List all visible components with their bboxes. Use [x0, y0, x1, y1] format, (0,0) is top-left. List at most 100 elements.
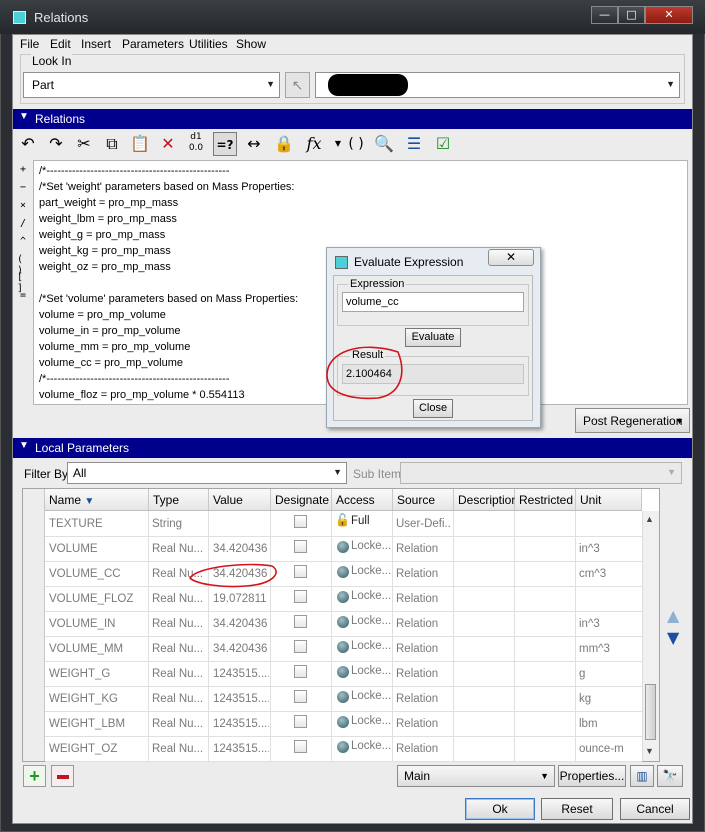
designate-checkbox[interactable]	[294, 640, 307, 653]
close-window-button[interactable]: ✕	[645, 6, 693, 24]
column-value[interactable]: Value	[209, 489, 271, 511]
param-value[interactable]: 1243515....	[213, 718, 269, 730]
param-name[interactable]: WEIGHT_KG	[49, 693, 145, 705]
binoculars-icon[interactable]: 🔭	[657, 765, 683, 787]
param-value[interactable]: 34.420436	[213, 643, 269, 655]
designate-checkbox[interactable]	[294, 540, 307, 553]
designate-checkbox[interactable]	[294, 740, 307, 753]
param-name[interactable]: VOLUME_IN	[49, 618, 145, 630]
delete-icon[interactable]: ✕	[156, 132, 180, 156]
designate-checkbox[interactable]	[294, 615, 307, 628]
param-value[interactable]: 34.420436	[213, 568, 269, 580]
parentheses-icon[interactable]: ( )	[344, 132, 368, 156]
delete-parameter-button[interactable]	[51, 765, 74, 787]
param-access[interactable]: Locke...	[351, 740, 391, 752]
column-description[interactable]: Description	[454, 489, 518, 511]
param-access[interactable]: Locke...	[351, 640, 391, 652]
param-value[interactable]: 1243515....	[213, 668, 269, 680]
designate-checkbox[interactable]	[294, 515, 307, 528]
main-select[interactable]: Main ▼	[397, 765, 555, 787]
filter-by-select[interactable]: All ▼	[67, 462, 347, 484]
multiply-operator[interactable]: ×	[20, 200, 26, 211]
column-name[interactable]: Name ▼	[45, 489, 149, 511]
param-name[interactable]: WEIGHT_LBM	[49, 718, 145, 730]
look-in-type-select[interactable]: Part ▼	[23, 72, 280, 98]
table-columns-icon[interactable]: ▥	[630, 765, 654, 787]
menu-utilities[interactable]: Utilities	[189, 37, 228, 51]
param-access[interactable]: Locke...	[351, 540, 391, 552]
designate-checkbox[interactable]	[294, 690, 307, 703]
param-access[interactable]: Locke...	[351, 665, 391, 677]
redo-icon[interactable]: ↷	[44, 132, 68, 156]
menu-parameters[interactable]: Parameters	[122, 37, 184, 51]
local-parameters-section-header[interactable]: ▼ Local Parameters	[13, 438, 692, 458]
evaluate-dialog-close-button[interactable]: Close	[413, 399, 453, 418]
scroll-down-icon[interactable]: ▼	[645, 746, 654, 756]
select-model-button[interactable]: ↖	[285, 72, 310, 98]
param-access[interactable]: Locke...	[351, 690, 391, 702]
ok-button[interactable]: Ok	[465, 798, 535, 820]
column-access[interactable]: Access	[332, 489, 393, 511]
cancel-button[interactable]: Cancel	[620, 798, 690, 820]
evaluate-button[interactable]: Evaluate	[405, 328, 461, 347]
param-name[interactable]: VOLUME_CC	[49, 568, 145, 580]
maximize-button[interactable]: □	[618, 6, 645, 24]
param-access[interactable]: Full	[351, 515, 391, 527]
menu-edit[interactable]: Edit	[50, 37, 71, 51]
lock-icon[interactable]: 🔒	[272, 132, 296, 156]
param-name[interactable]: VOLUME_FLOZ	[49, 593, 145, 605]
units-icon[interactable]: d1 0.0	[184, 132, 208, 156]
function-icon[interactable]: fx	[302, 132, 326, 156]
relations-section-header[interactable]: ▼ Relations	[13, 109, 692, 129]
column-unit[interactable]: Unit	[576, 489, 642, 511]
param-access[interactable]: Locke...	[351, 615, 391, 627]
verify-icon[interactable]: 🔍	[372, 132, 396, 156]
paste-icon[interactable]: 📋	[128, 132, 152, 156]
minimize-button[interactable]: —	[591, 6, 618, 24]
move-down-icon[interactable]: ▼	[667, 628, 679, 647]
sort-icon[interactable]: ☰	[402, 132, 426, 156]
properties-button[interactable]: Properties...	[558, 765, 626, 787]
param-name[interactable]: WEIGHT_G	[49, 668, 145, 680]
check-icon[interactable]: ☑	[431, 132, 455, 156]
param-access[interactable]: Locke...	[351, 715, 391, 727]
column-type[interactable]: Type	[149, 489, 209, 511]
divide-operator[interactable]: /	[20, 218, 26, 229]
param-name[interactable]: WEIGHT_OZ	[49, 743, 145, 755]
undo-icon[interactable]: ↶	[16, 132, 40, 156]
scroll-up-icon[interactable]: ▲	[645, 514, 654, 524]
designate-checkbox[interactable]	[294, 565, 307, 578]
param-access[interactable]: Locke...	[351, 590, 391, 602]
param-name[interactable]: TEXTURE	[49, 518, 145, 530]
param-value[interactable]: 19.072811	[213, 593, 269, 605]
copy-icon[interactable]: ⧉	[100, 132, 124, 156]
move-up-icon[interactable]: ▲	[667, 606, 679, 625]
designate-checkbox[interactable]	[294, 590, 307, 603]
menu-insert[interactable]: Insert	[81, 37, 111, 51]
param-value[interactable]: 34.420436	[213, 543, 269, 555]
cut-icon[interactable]: ✂	[72, 132, 96, 156]
reset-button[interactable]: Reset	[541, 798, 613, 820]
param-access[interactable]: Locke...	[351, 565, 391, 577]
column-source[interactable]: Source	[393, 489, 454, 511]
param-value[interactable]: 1243515....	[213, 743, 269, 755]
power-operator[interactable]: ^	[20, 236, 26, 247]
evaluate-icon[interactable]: =?	[213, 132, 237, 156]
column-restricted[interactable]: Restricted	[515, 489, 576, 511]
add-parameter-button[interactable]: +	[23, 765, 46, 787]
param-value[interactable]: 34.420436	[213, 618, 269, 630]
param-value[interactable]: 1243515....	[213, 693, 269, 705]
expression-input[interactable]: volume_cc	[342, 292, 524, 312]
designate-checkbox[interactable]	[294, 665, 307, 678]
designate-checkbox[interactable]	[294, 715, 307, 728]
dimension-icon[interactable]: ↔	[242, 132, 266, 156]
param-name[interactable]: VOLUME	[49, 543, 145, 555]
scroll-thumb[interactable]	[645, 684, 656, 740]
column-designate[interactable]: Designate	[271, 489, 332, 511]
evaluate-dialog-close-x[interactable]: ✕	[488, 249, 534, 266]
menu-file[interactable]: File	[20, 37, 39, 51]
post-regeneration-select[interactable]: Post Regeneration ▼	[575, 408, 690, 433]
plus-operator[interactable]: +	[20, 164, 26, 175]
equals-operator[interactable]: =	[20, 290, 26, 301]
param-name[interactable]: VOLUME_MM	[49, 643, 145, 655]
